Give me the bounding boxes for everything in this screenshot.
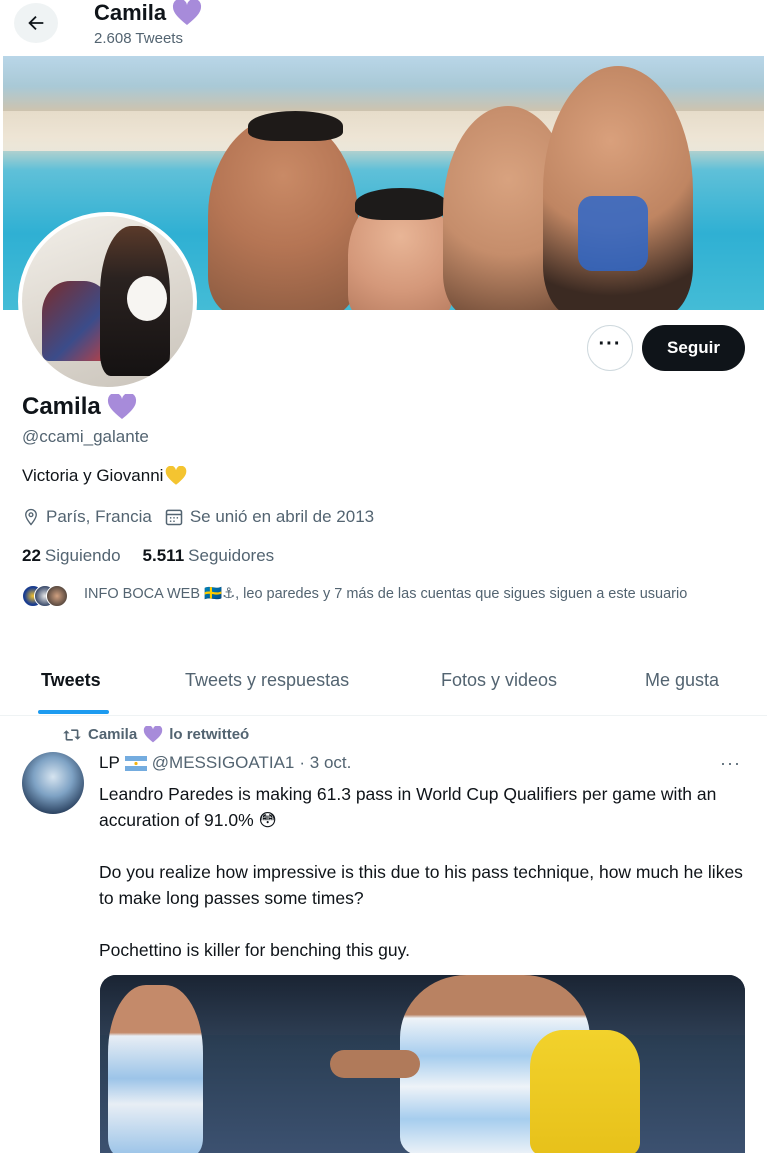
more-options-button[interactable]: ··· [587,325,633,371]
tab-likes[interactable]: Me gusta [645,670,719,691]
retweet-context: Camila lo retwitteó [62,726,249,743]
tweet-header: LP @MESSIGOATIA1 · 3 oct. [99,753,351,773]
argentina-flag-icon [124,755,147,771]
more-dots-icon: ··· [598,332,622,355]
profile-meta: París, Francia Se unió en abril de 2013 [22,507,386,527]
followers-you-know-text: INFO BOCA WEB 🇸🇪⚓, leo paredes y 7 más d… [84,586,688,602]
followers-label: Seguidores [188,546,275,565]
tweet-more-button[interactable]: ··· [720,753,741,774]
calendar-icon [165,509,183,526]
followers-you-know[interactable]: INFO BOCA WEB 🇸🇪⚓, leo paredes y 7 más d… [22,584,742,607]
retweet-label: lo retwitteó [169,726,250,743]
follow-button[interactable]: Seguir [642,325,745,371]
followers-link[interactable]: 5.511 Seguidores [143,546,275,566]
profile-bio: Victoria y Giovanni [22,466,187,486]
location-item: París, Francia [22,507,152,527]
tweet-paragraph: Leandro Paredes is making 61.3 pass in W… [99,784,717,830]
location-text: París, Francia [46,507,152,526]
yellow-heart-icon [166,466,187,485]
tweet-author-avatar[interactable] [22,752,84,814]
tweet-author-name[interactable]: LP [99,753,120,773]
profile-name-text: Camila [22,393,101,420]
tab-tweets[interactable]: Tweets [41,670,101,691]
profile-stats: 22 Siguiendo 5.511 Seguidores [22,546,274,566]
joined-text: Se unió en abril de 2013 [189,507,375,526]
tweet-media-image[interactable] [100,975,745,1153]
arrow-left-icon [28,15,44,31]
tweet-paragraph: Do you realize how impressive is this du… [99,862,743,908]
retweet-icon [63,728,81,741]
profile-header: Camila 2.608 Tweets [0,0,767,56]
tab-media[interactable]: Fotos y videos [441,670,557,691]
tab-tweets-replies[interactable]: Tweets y respuestas [185,670,349,691]
profile-handle: @ccami_galante [22,427,149,446]
profile-avatar[interactable] [18,212,197,391]
following-label: Siguiendo [44,546,121,565]
purple-heart-icon [107,394,136,419]
header-name-text: Camila [94,0,167,25]
purple-heart-icon [144,726,163,743]
active-tab-indicator [38,710,109,714]
bio-text: Victoria y Giovanni [22,466,164,485]
following-count: 22 [22,546,41,565]
mutual-avatar [46,585,68,607]
header-title: Camila [94,0,202,26]
tweet-body: Leandro Paredes is making 61.3 pass in W… [99,781,749,989]
tweet-count: 2.608 Tweets [94,30,183,47]
tweet-author-handle[interactable]: @MESSIGOATIA1 [152,753,295,773]
followers-count: 5.511 [142,546,185,565]
mutual-avatars [22,585,68,609]
tweet-date[interactable]: · 3 oct. [299,753,351,773]
profile-tabs: Tweets Tweets y respuestas Fotos y video… [0,656,767,716]
location-pin-icon [25,508,37,526]
following-link[interactable]: 22 Siguiendo [22,546,121,566]
tweet-paragraph: Pochettino is killer for benching this g… [99,940,410,960]
purple-heart-icon [173,0,202,25]
back-button[interactable] [14,3,58,43]
profile-name: Camila [22,393,137,421]
retweeter-name[interactable]: Camila [88,726,137,743]
joined-item: Se unió en abril de 2013 [164,507,374,527]
